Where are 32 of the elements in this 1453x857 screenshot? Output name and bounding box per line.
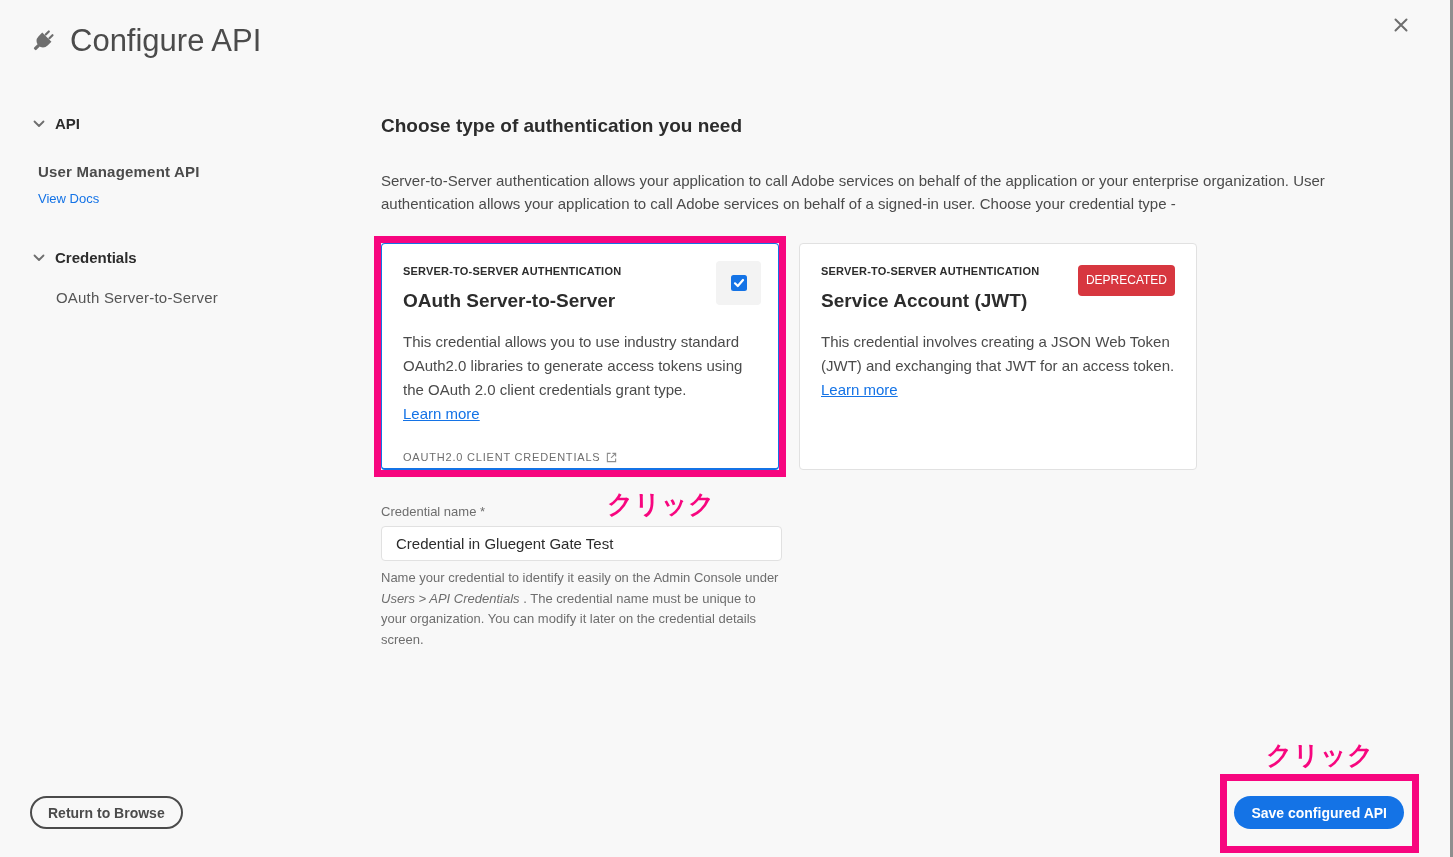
save-button[interactable]: Save configured API (1234, 796, 1404, 829)
checkbox[interactable] (716, 261, 761, 305)
card-description: This credential involves creating a JSON Web Token (JWT) and exchanging that JWT for an access token. Learn more (821, 332, 1175, 400)
card-title: OAuth Server-to-Server (403, 289, 616, 313)
auth-option-card[interactable]: SERVER-TO-SERVER AUTHENTICATION Service Account (JWT) DEPRECATED This credential involves creating a JSON Web Token (JWT) and exchanging that JWT for an access token. Learn more (799, 243, 1197, 470)
page-title: Configure API (70, 23, 262, 59)
docs-link[interactable]: View Docs (38, 190, 100, 208)
field-label: Credential name * (381, 504, 486, 520)
docs-link[interactable]: OAUTH2.0 CLIENT CREDENTIALS (403, 450, 618, 464)
check-icon (730, 275, 747, 291)
learn-more-link[interactable]: Learn more (403, 405, 480, 422)
return-button[interactable]: Return to Browse (30, 796, 183, 829)
external-link-icon (606, 451, 618, 463)
sidebar-item[interactable]: OAuth Server-to-Server (56, 288, 218, 308)
card-category: SERVER-TO-SERVER AUTHENTICATION (821, 264, 1040, 279)
card-title: Service Account (JWT) (821, 289, 1028, 313)
section-heading: Choose type of authentication you need (381, 114, 743, 138)
section-title: API (55, 114, 80, 134)
learn-more-link[interactable]: Learn more (821, 381, 898, 398)
close-icon[interactable] (1394, 18, 1408, 32)
intro-text: Server-to-Server authentication allows your application to call Adobe services on behalf of the application or your enterprise organization. User authentication allows your application to call Adobe services on behalf of a signed-in user. Choose your credential type - (381, 171, 1326, 214)
api-name: User Management API (38, 162, 200, 182)
credential-name-input[interactable]: Credential in Gluegent Gate Test (381, 526, 782, 561)
card-description: This credential allows you to use industry standard OAuth2.0 libraries to generate access tokens using the OAuth 2.0 client credentials grant type. Learn more (403, 332, 744, 424)
callout-label: クリック (607, 489, 715, 519)
help-text: Name your credential to identify it easily on the Admin Console under Users > API Credentials . The credential name must be unique to your organization. You can modify it later on the credential details screen. (381, 569, 780, 649)
card-category: SERVER-TO-SERVER AUTHENTICATION (403, 264, 622, 279)
callout-label: クリック (1266, 740, 1375, 770)
status-badge: DEPRECATED (1077, 265, 1175, 296)
chevron-down-icon[interactable] (33, 254, 45, 262)
chevron-down-icon[interactable] (33, 120, 45, 128)
section-title: Credentials (55, 248, 137, 268)
